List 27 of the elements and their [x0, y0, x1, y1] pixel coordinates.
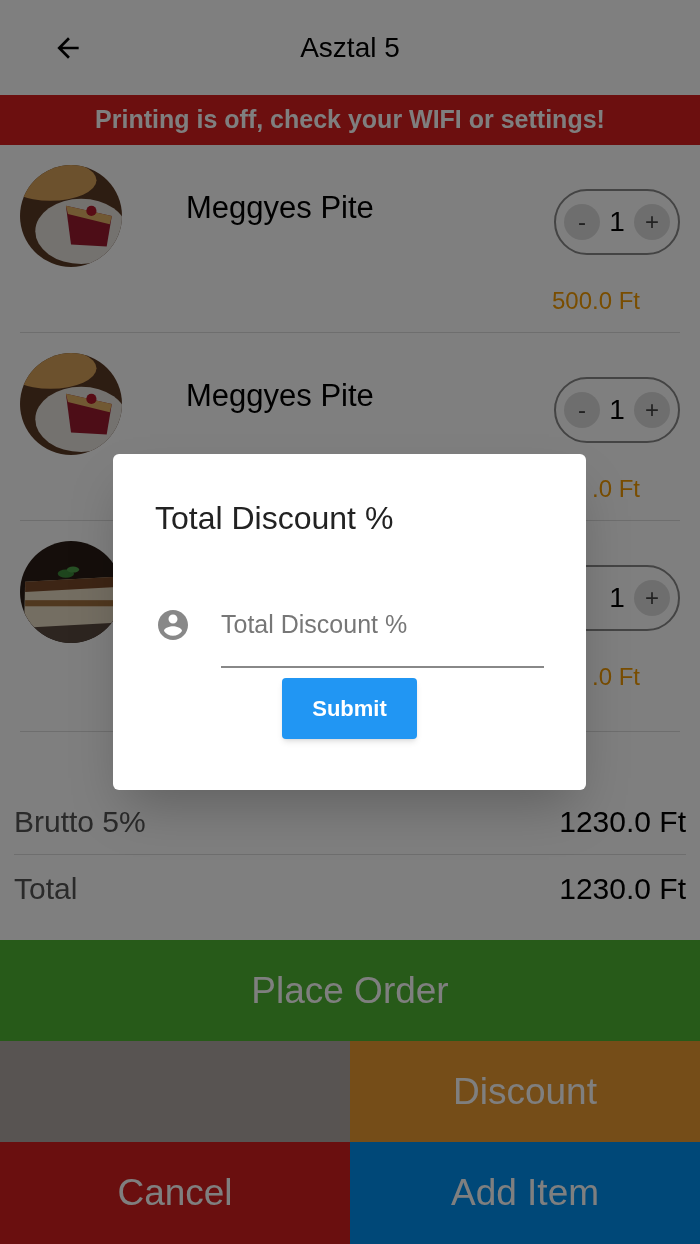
dialog-title: Total Discount %: [155, 499, 395, 538]
quantity-value: 1: [609, 581, 625, 615]
item-name: Meggyes Pite: [186, 378, 374, 413]
summary-label: Total: [14, 871, 78, 907]
summary-value: 1230.0 Ft: [559, 871, 686, 907]
account-icon: [155, 607, 191, 643]
warning-banner: Printing is off, check your WIFI or settings!: [0, 95, 700, 145]
discount-button[interactable]: Discount: [350, 1041, 700, 1142]
increase-button[interactable]: +: [634, 204, 670, 240]
quantity-value: 1: [609, 205, 625, 239]
item-price: .0 Ft: [592, 474, 640, 504]
discount-input-field[interactable]: Total Discount %: [221, 582, 544, 668]
item-price: .0 Ft: [592, 662, 640, 692]
item-price: 500.0 Ft: [551, 286, 640, 316]
summary-value: 1230.0 Ft: [559, 803, 686, 840]
increase-button[interactable]: +: [634, 580, 670, 616]
screen-title: Asztal 5: [300, 30, 400, 65]
summary-label: Brutto 5%: [14, 803, 146, 840]
decrease-button[interactable]: -: [564, 392, 600, 428]
quantity-value: 1: [609, 393, 625, 427]
decrease-button[interactable]: -: [564, 204, 600, 240]
item-name: Meggyes Pite: [186, 190, 374, 225]
cancel-button[interactable]: Cancel: [0, 1142, 350, 1244]
submit-button[interactable]: Submit: [282, 678, 417, 739]
increase-button[interactable]: +: [634, 392, 670, 428]
add-item-button[interactable]: Add Item: [350, 1142, 700, 1244]
place-order-button[interactable]: Place Order: [0, 940, 700, 1041]
